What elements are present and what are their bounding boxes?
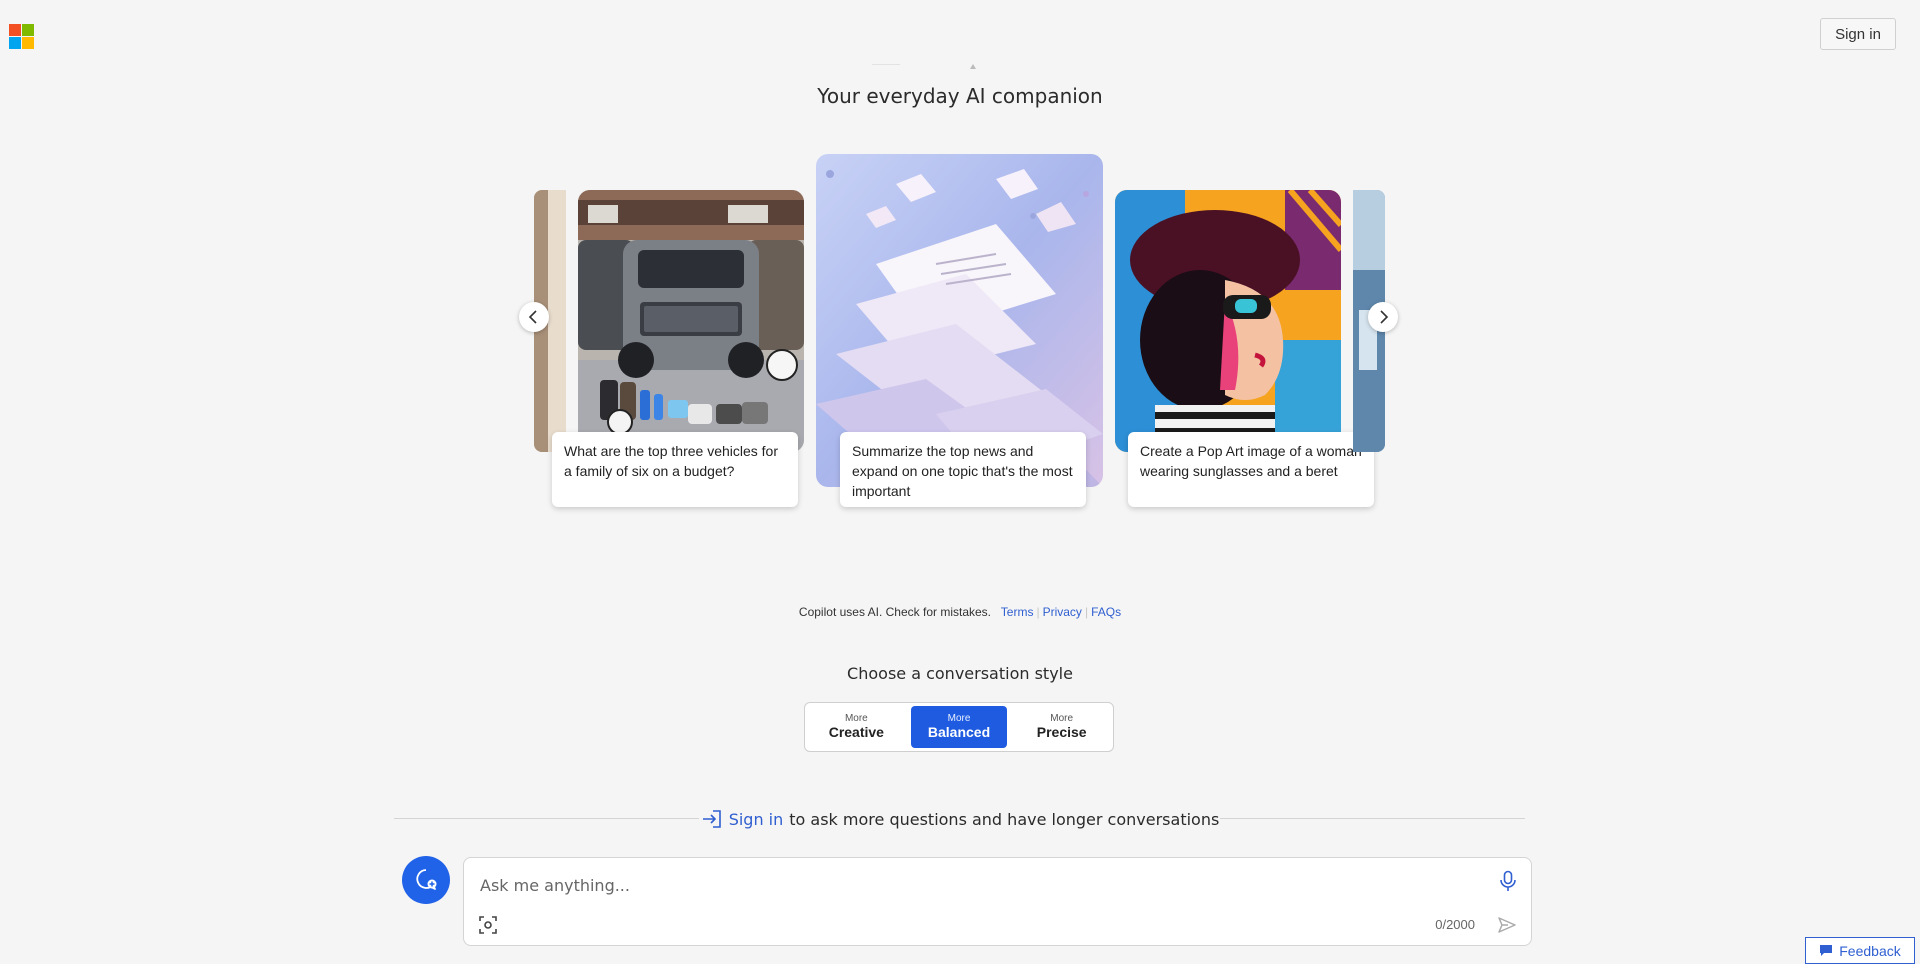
carousel-next-button[interactable] (1368, 302, 1398, 332)
disclaimer-text: Copilot uses AI. Check for mistakes. (798, 605, 991, 619)
conversation-style-heading: Choose a conversation style (847, 664, 1073, 683)
prompt-text: What are the top three vehicles for a fa… (564, 443, 778, 479)
signin-prompt-text: to ask more questions and have longer co… (789, 809, 1220, 829)
carousel-prev-button[interactable] (519, 302, 549, 332)
new-topic-button[interactable] (402, 856, 450, 904)
style-creative-button[interactable]: More Creative (808, 706, 905, 748)
feedback-icon (1820, 945, 1833, 956)
logo-square-blue (9, 37, 21, 49)
send-button[interactable] (1497, 915, 1517, 939)
faqs-link[interactable]: FAQs (1091, 605, 1121, 619)
chevron-right-icon (1380, 310, 1389, 324)
caret-up-icon (970, 64, 976, 69)
style-prefix: More (947, 713, 971, 724)
style-prefix: More (1050, 713, 1074, 724)
style-prefix: More (844, 713, 868, 724)
privacy-link[interactable]: Privacy (1043, 605, 1082, 619)
style-label: Creative (828, 724, 884, 740)
card-image-popart[interactable] (1115, 190, 1341, 452)
microphone-icon (1500, 870, 1516, 891)
chat-input-box: 0/2000 (463, 857, 1532, 946)
chat-input[interactable] (478, 872, 1442, 898)
style-precise-button[interactable]: More Precise (1013, 706, 1110, 748)
microsoft-logo[interactable] (9, 24, 34, 49)
terms-link[interactable]: Terms (1001, 605, 1034, 619)
prompt-text: Create a Pop Art image of a woman wearin… (1140, 443, 1362, 479)
car-family-image (578, 190, 804, 452)
feedback-button[interactable]: Feedback (1805, 937, 1915, 964)
char-counter: 0/2000 (1435, 917, 1475, 932)
logo-square-green (22, 24, 34, 36)
logo-square-red (9, 24, 21, 36)
signin-prompt: Sign in to ask more questions and have l… (0, 809, 1920, 829)
feedback-label: Feedback (1839, 942, 1901, 959)
chevron-left-icon (528, 310, 537, 324)
send-icon (1498, 917, 1516, 933)
tagline: Your everyday AI companion (817, 84, 1103, 108)
signin-arrow-icon (702, 810, 721, 828)
visual-search-button[interactable] (478, 915, 498, 939)
prompt-card-popart[interactable]: Create a Pop Art image of a woman wearin… (1128, 432, 1374, 507)
style-label: Balanced (927, 724, 991, 740)
prompt-card-news[interactable]: Summarize the top news and expand on one… (840, 432, 1086, 507)
microphone-button[interactable] (1499, 870, 1517, 896)
style-label: Precise (1036, 724, 1087, 740)
prompt-card-vehicles[interactable]: What are the top three vehicles for a fa… (552, 432, 798, 507)
card-image-vehicles[interactable] (578, 190, 804, 452)
disclaimer: Copilot uses AI. Check for mistakes. Ter… (798, 605, 1122, 619)
camera-scan-icon (479, 916, 497, 934)
header-divider (872, 64, 900, 65)
signin-button[interactable]: Sign in (1820, 18, 1896, 50)
pop-art-woman-image (1115, 190, 1341, 452)
style-balanced-button[interactable]: More Balanced (910, 706, 1008, 748)
logo-square-yellow (22, 37, 34, 49)
conversation-style-toggle: More Creative More Balanced More Precise (804, 702, 1114, 752)
signin-prompt-link[interactable]: Sign in (729, 810, 784, 829)
prompt-text: Summarize the top news and expand on one… (852, 443, 1073, 499)
new-chat-icon (416, 869, 437, 890)
